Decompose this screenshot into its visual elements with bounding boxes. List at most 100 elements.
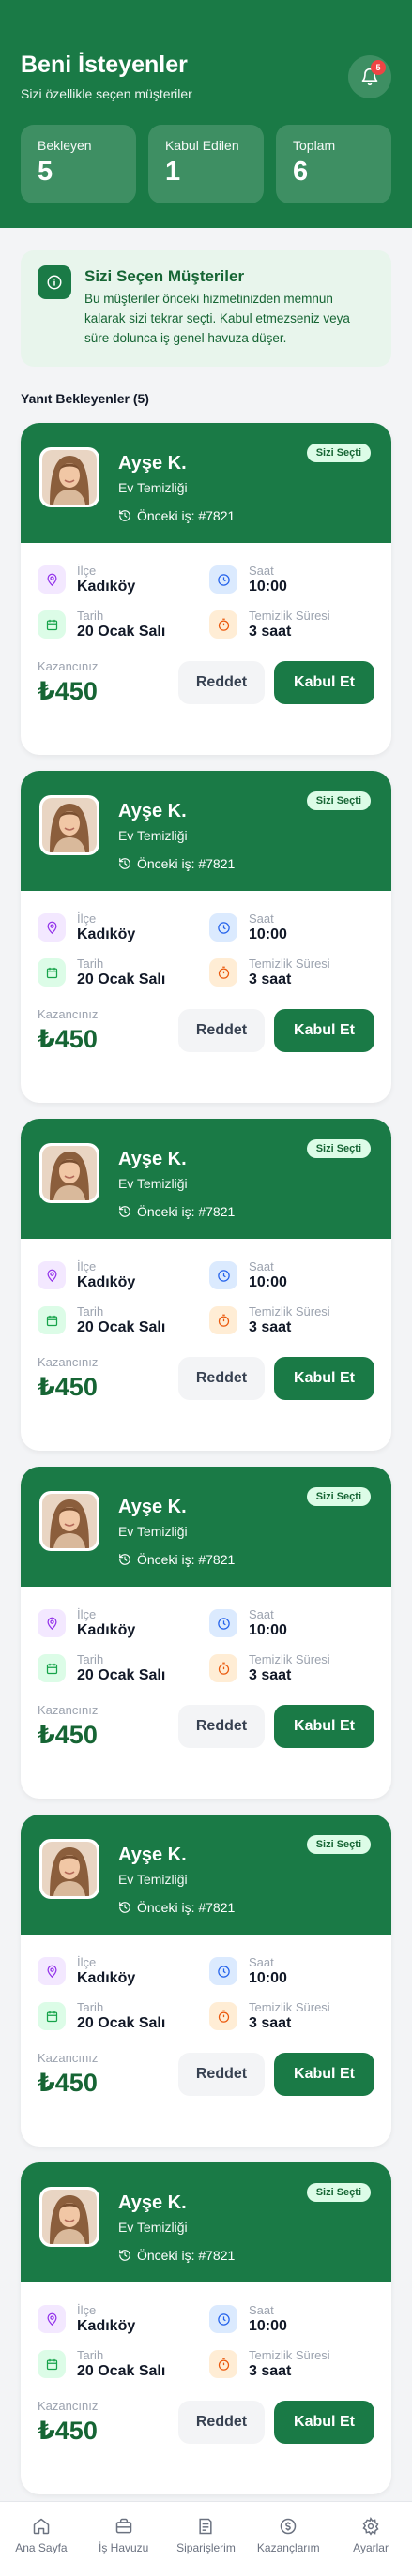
reject-button[interactable]: Reddet [178, 1009, 265, 1052]
info-icon [38, 265, 71, 299]
district-label: İlçe [77, 564, 97, 578]
detail-time: Saat 10:00 [209, 1955, 369, 1987]
earnings-value: ₺450 [38, 1025, 98, 1053]
reject-button[interactable]: Reddet [178, 2401, 265, 2444]
request-list: Ayşe K. Ev Temizliği Önceki iş: #7821 Si… [0, 423, 412, 2494]
time-label: Saat [249, 564, 274, 578]
detail-district: İlçe Kadıköy [38, 564, 209, 595]
previous-job-label: Önceki iş: #7821 [137, 508, 236, 523]
date-value: 20 Ocak Salı [77, 1667, 166, 1683]
nav-item-settings[interactable]: Ayarlar [333, 2517, 408, 2576]
history-icon [119, 510, 130, 521]
avatar [39, 1491, 99, 1551]
notification-count-badge: 5 [371, 60, 386, 75]
stat-value: 1 [165, 156, 181, 187]
reject-button[interactable]: Reddet [178, 1705, 265, 1748]
detail-district: İlçe Kadıköy [38, 1259, 209, 1291]
calendar-icon [38, 958, 66, 987]
job-details: İlçe Kadıköy Saat 10:00 Tarih 20 Ocak Sa… [21, 891, 391, 988]
section-title: Yanıt Bekleyenler (5) [21, 391, 149, 406]
nav-item-home[interactable]: Ana Sayfa [4, 2517, 79, 2576]
stat-label: Bekleyen [38, 137, 92, 153]
clock-icon [209, 2305, 237, 2333]
district-value: Kadıköy [77, 926, 136, 942]
reject-button[interactable]: Reddet [178, 2053, 265, 2096]
clock-icon [209, 1957, 237, 1985]
timer-icon [209, 2350, 237, 2378]
job-details: İlçe Kadıköy Saat 10:00 Tarih 20 Ocak Sa… [21, 543, 391, 640]
duration-label: Temizlik Süresi [249, 1304, 330, 1318]
time-value: 10:00 [249, 579, 287, 595]
district-value: Kadıköy [77, 579, 136, 595]
detail-date: Tarih 20 Ocak Salı [38, 2000, 209, 2032]
nav-item-earnings[interactable]: Kazançlarım [251, 2517, 326, 2576]
earnings-label: Kazancınız [38, 2399, 99, 2413]
history-icon [119, 2250, 130, 2261]
accept-button[interactable]: Kabul Et [274, 1357, 374, 1400]
calendar-icon [38, 2002, 66, 2030]
nav-label: Ayarlar [353, 2541, 389, 2554]
card-header: Ayşe K. Ev Temizliği Önceki iş: #7821 Si… [21, 1119, 391, 1239]
info-text: Bu müşteriler önceki hizmetinizden memnu… [84, 292, 350, 345]
district-value: Kadıköy [77, 1622, 136, 1638]
duration-label: Temizlik Süresi [249, 2000, 330, 2014]
service-type: Ev Temizliği [118, 1872, 188, 1887]
accept-button[interactable]: Kabul Et [274, 661, 374, 704]
job-details: İlçe Kadıköy Saat 10:00 Tarih 20 Ocak Sa… [21, 1587, 391, 1684]
card-footer: Kazancınız ₺450 Reddet Kabul Et [21, 988, 391, 1054]
accept-button[interactable]: Kabul Et [274, 2053, 374, 2096]
request-card: Ayşe K. Ev Temizliği Önceki iş: #7821 Si… [21, 1467, 391, 1799]
info-title: Sizi Seçen Müşteriler [84, 267, 245, 285]
detail-duration: Temizlik Süresi 3 saat [209, 2000, 369, 2032]
chosen-badge: Sizi Seçti [306, 2183, 371, 2202]
detail-time: Saat 10:00 [209, 911, 369, 943]
date-value: 20 Ocak Salı [77, 1319, 166, 1335]
nav-label: Siparişlerim [176, 2541, 236, 2554]
accept-button[interactable]: Kabul Et [274, 1705, 374, 1748]
previous-job-label: Önceki iş: #7821 [137, 856, 236, 871]
timer-icon [209, 610, 237, 639]
nav-item-orders[interactable]: Siparişlerim [168, 2517, 243, 2576]
district-label: İlçe [77, 1955, 97, 1969]
location-pin-icon [38, 565, 66, 594]
calendar-icon [38, 2350, 66, 2378]
previous-job: Önceki iş: #7821 [118, 2248, 235, 2263]
earnings-value: ₺450 [38, 2417, 98, 2445]
chosen-badge: Sizi Seçti [306, 1835, 371, 1854]
nav-item-job-pool[interactable]: İş Havuzu [86, 2517, 161, 2576]
history-icon [119, 1554, 130, 1565]
location-pin-icon [38, 1957, 66, 1985]
previous-job: Önceki iş: #7821 [118, 1204, 235, 1219]
date-value: 20 Ocak Salı [77, 624, 166, 640]
earnings-value: ₺450 [38, 1373, 98, 1401]
previous-job: Önceki iş: #7821 [118, 856, 235, 871]
previous-job-label: Önceki iş: #7821 [137, 2248, 236, 2263]
clock-icon [209, 1609, 237, 1637]
accept-button[interactable]: Kabul Et [274, 2401, 374, 2444]
timer-icon [209, 1654, 237, 1682]
earnings-label: Kazancınız [38, 1703, 99, 1717]
job-details: İlçe Kadıköy Saat 10:00 Tarih 20 Ocak Sa… [21, 1935, 391, 2032]
stat-label: Kabul Edilen [165, 137, 239, 153]
earnings-label: Kazancınız [38, 659, 99, 673]
history-icon [119, 858, 130, 869]
time-label: Saat [249, 911, 274, 926]
avatar [39, 1839, 99, 1899]
job-details: İlçe Kadıköy Saat 10:00 Tarih 20 Ocak Sa… [21, 1239, 391, 1336]
detail-duration: Temizlik Süresi 3 saat [209, 2348, 369, 2380]
reject-button[interactable]: Reddet [178, 1357, 265, 1400]
card-header: Ayşe K. Ev Temizliği Önceki iş: #7821 Si… [21, 1467, 391, 1587]
service-type: Ev Temizliği [118, 480, 188, 495]
time-label: Saat [249, 2303, 274, 2317]
nav-label: Ana Sayfa [15, 2541, 68, 2554]
notifications-button[interactable]: 5 [348, 55, 391, 98]
accept-button[interactable]: Kabul Et [274, 1009, 374, 1052]
clock-icon [209, 1261, 237, 1289]
card-footer: Kazancınız ₺450 Reddet Kabul Et [21, 640, 391, 706]
detail-district: İlçe Kadıköy [38, 1607, 209, 1639]
service-type: Ev Temizliği [118, 1176, 188, 1191]
card-footer: Kazancınız ₺450 Reddet Kabul Et [21, 1336, 391, 1402]
reject-button[interactable]: Reddet [178, 661, 265, 704]
request-card: Ayşe K. Ev Temizliği Önceki iş: #7821 Si… [21, 1815, 391, 2147]
time-value: 10:00 [249, 1970, 287, 1986]
